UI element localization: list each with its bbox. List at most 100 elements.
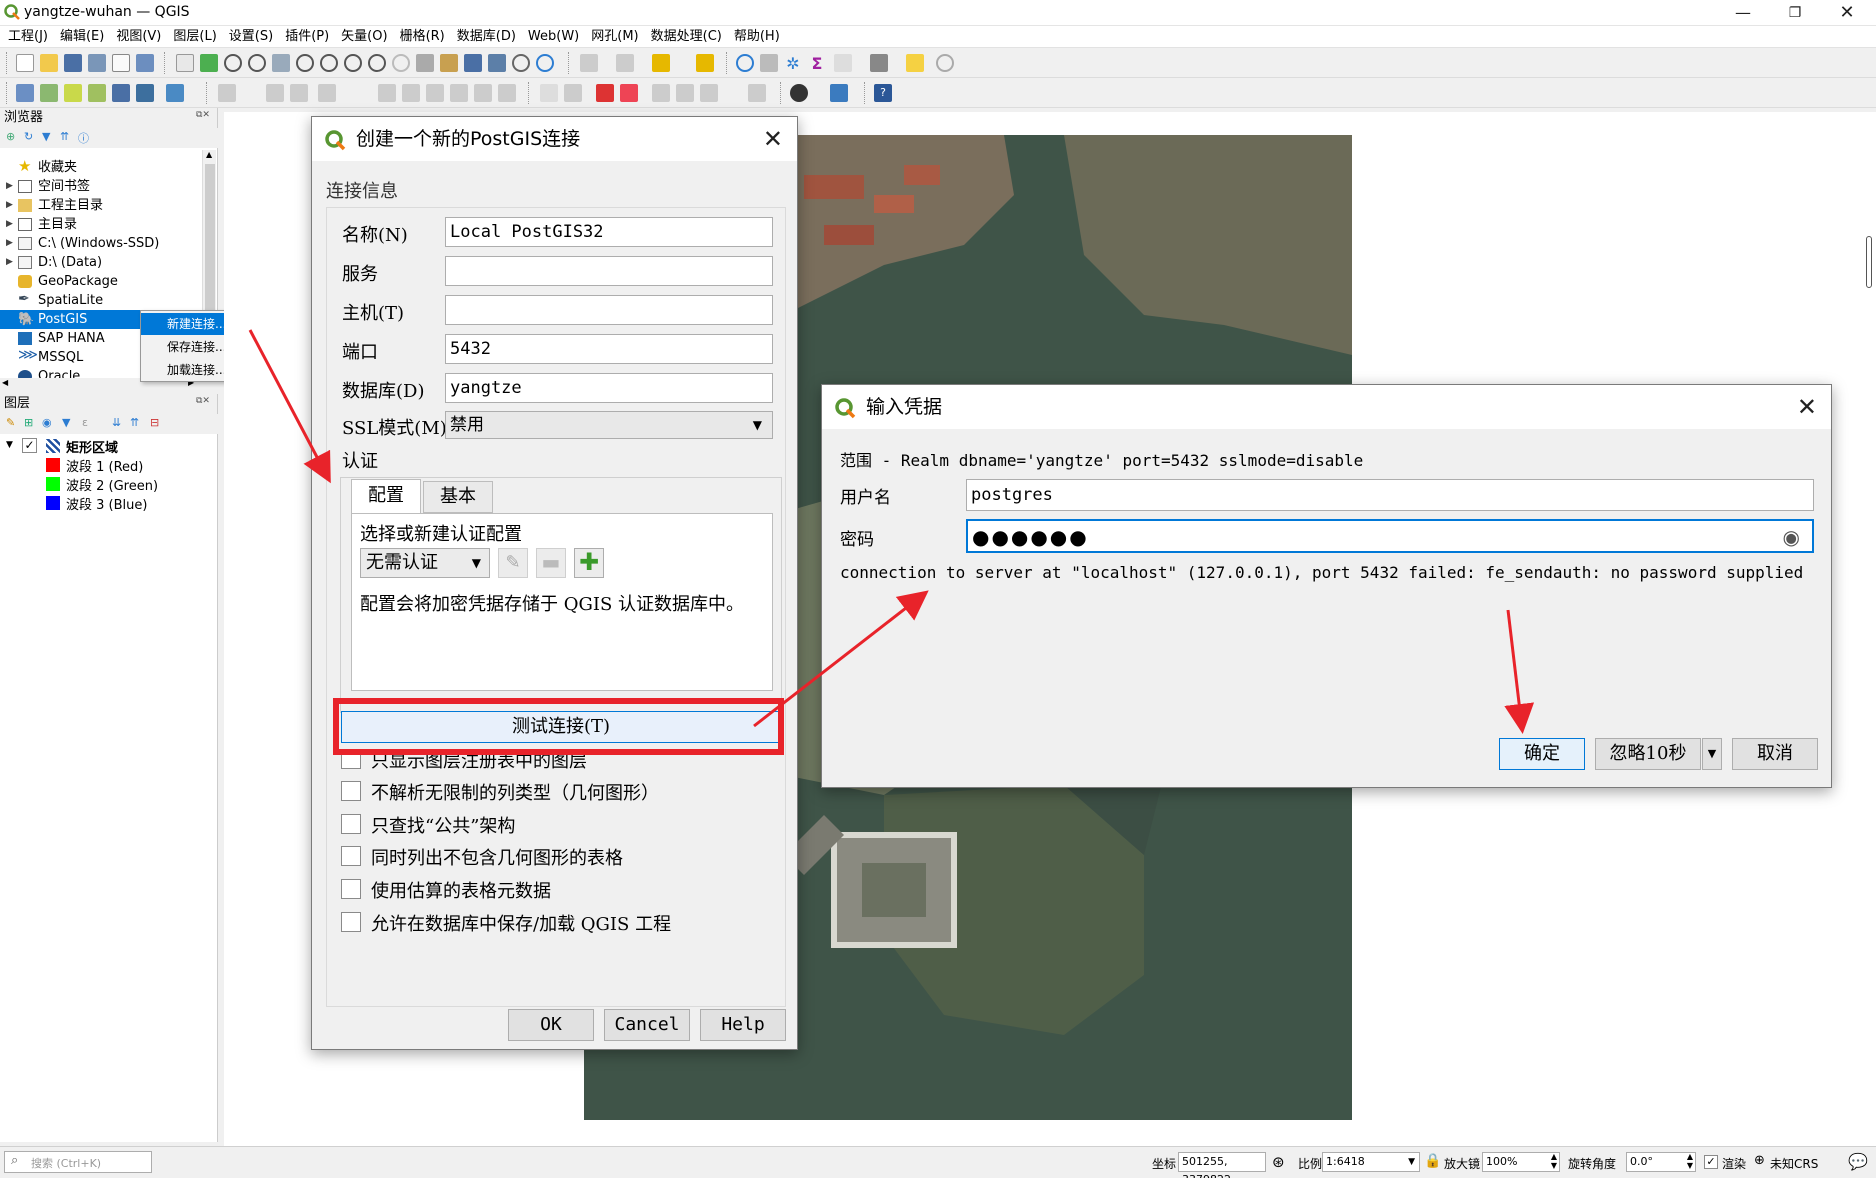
panel-float-close-icon[interactable]: ⧉✕ [196, 396, 210, 406]
menu-view[interactable]: 视图(V) [110, 26, 167, 48]
zoom-next-icon[interactable] [392, 54, 410, 72]
identify-icon[interactable] [736, 54, 754, 72]
statistics-sigma-icon[interactable]: Σ [808, 54, 826, 73]
close-icon[interactable]: ✕ [763, 117, 783, 161]
add-selected-icon[interactable]: ⊕ [6, 130, 15, 143]
add-auth-icon[interactable]: ✚ [574, 548, 604, 578]
new-geopackage-icon[interactable] [40, 84, 58, 102]
deselect-icon[interactable] [696, 54, 714, 72]
panel-float-close-icon[interactable]: ⧉✕ [196, 110, 210, 120]
render-checkbox[interactable]: ✓ [1704, 1155, 1718, 1169]
pan-icon[interactable] [176, 54, 194, 72]
open-project-icon[interactable] [40, 54, 58, 72]
tab-basic[interactable]: 基本 [423, 481, 493, 513]
pin-labels-icon[interactable] [564, 84, 582, 102]
edit-auth-icon[interactable]: ✎ [498, 548, 528, 578]
coord-field[interactable]: 501255, 3379822 [1178, 1152, 1266, 1178]
undo-icon[interactable] [474, 84, 492, 102]
style-manager-icon[interactable] [136, 54, 154, 72]
restore-icon[interactable]: ❐ [1772, 0, 1818, 26]
tree-item-drive-d[interactable]: ▶ D:\ (Data) [0, 253, 200, 272]
data-source-manager-icon[interactable] [16, 84, 34, 102]
password-field[interactable]: ●●●●●● ◉ [966, 519, 1814, 553]
help-button[interactable]: Help [700, 1009, 786, 1041]
host-field[interactable] [445, 295, 773, 325]
confirm-button[interactable]: 确定 [1499, 738, 1585, 770]
map-scroll-indicator[interactable] [1866, 236, 1872, 288]
checkbox-store-projects[interactable] [341, 912, 361, 932]
tree-item-bookmarks[interactable]: ▶ 空间书签 [0, 177, 200, 196]
zoom-layer-icon[interactable] [320, 54, 338, 72]
save-edits-icon[interactable] [266, 84, 284, 102]
expand-all-icon[interactable]: ⇊ [112, 416, 121, 429]
service-field[interactable] [445, 256, 773, 286]
menu-help[interactable]: 帮助(H) [728, 26, 786, 48]
map-tips-icon[interactable] [906, 54, 924, 72]
menu-mesh[interactable]: 网孔(M) [585, 26, 644, 48]
locator-search[interactable]: ⌕ 搜索 (Ctrl+K) [4, 1151, 152, 1173]
menu-raster[interactable]: 栅格(R) [394, 26, 451, 48]
new-temp-layer-icon[interactable] [112, 84, 130, 102]
tree-item-home[interactable]: ▶ 主目录 [0, 215, 200, 234]
menu-vector[interactable]: 矢量(O) [335, 26, 393, 48]
filter-expression-icon[interactable]: ε [82, 416, 88, 429]
collapse-all-icon[interactable]: ⇈ [130, 416, 139, 429]
toggle-extents-icon[interactable]: ⊛ [1272, 1153, 1285, 1171]
zoom-out-icon[interactable] [248, 54, 266, 72]
diagram-tool-icon[interactable] [676, 84, 694, 102]
bookmark-icon[interactable] [440, 54, 458, 72]
scroll-up-icon[interactable]: ▲ [206, 150, 212, 159]
remove-layer-icon[interactable]: ⊟ [150, 416, 159, 429]
delete-selected-icon[interactable] [378, 84, 396, 102]
checkbox-public-schema[interactable] [341, 814, 361, 834]
layer-style-icon[interactable]: ✎ [6, 416, 15, 429]
checkbox-no-geometry-tables[interactable] [341, 846, 361, 866]
crs-label[interactable]: 未知CRS [1770, 1155, 1818, 1172]
select-value-icon[interactable] [652, 54, 670, 72]
tree-item-spatialite[interactable]: ✒ SpatiaLite [0, 291, 200, 310]
ignore-button[interactable]: 忽略10秒 [1595, 738, 1701, 770]
vertex-tool-icon[interactable] [318, 84, 336, 102]
toolbar-grip[interactable] [6, 82, 10, 104]
layer-name[interactable]: 矩形区域 [66, 437, 118, 456]
virtual-field-icon[interactable] [166, 84, 184, 102]
menu-edit[interactable]: 编辑(E) [54, 26, 110, 48]
expand-arrow-icon[interactable]: ▶ [6, 196, 13, 215]
refresh-icon[interactable]: ↻ [24, 130, 33, 143]
checkbox-estimated-metadata[interactable] [341, 879, 361, 899]
add-feature-icon[interactable] [290, 84, 308, 102]
clock-icon[interactable] [512, 54, 530, 72]
expand-arrow-icon[interactable]: ▶ [6, 253, 13, 272]
spin-arrows-icon[interactable]: ▲ ▼ [1551, 1152, 1557, 1170]
scroll-left-icon[interactable]: ◀ [2, 378, 8, 387]
ssl-mode-select[interactable]: 禁用 ▼ [445, 411, 773, 439]
toolbar-grip[interactable] [528, 82, 532, 104]
select-features-icon[interactable] [616, 54, 634, 72]
expand-arrow-icon[interactable]: ▶ [6, 215, 13, 234]
python-console-icon[interactable] [830, 84, 848, 102]
close-icon[interactable]: ✕ [1824, 0, 1870, 26]
label-tool-icon[interactable] [540, 84, 558, 102]
toolbar-grip[interactable] [864, 82, 868, 104]
menu-project[interactable]: 工程(J) [0, 26, 54, 48]
ok-button[interactable]: OK [508, 1009, 594, 1041]
username-field[interactable]: postgres [966, 479, 1814, 511]
identify-select-icon[interactable] [580, 54, 598, 72]
menu-web[interactable]: Web(W) [522, 26, 585, 48]
save-project-icon[interactable] [64, 54, 82, 72]
tree-item-project-home[interactable]: ▶ 工程主目录 [0, 196, 200, 215]
highlight-labels-icon[interactable] [596, 84, 614, 102]
show-bookmarks-icon[interactable] [464, 54, 482, 72]
rotate-label-icon[interactable] [620, 84, 638, 102]
database-field[interactable]: yangtze [445, 373, 773, 403]
magnifier-spinbox[interactable]: 100% ▲ ▼ [1482, 1152, 1560, 1172]
tree-item-drive-c[interactable]: ▶ C:\ (Windows-SSD) [0, 234, 200, 253]
checkbox-dont-resolve-types[interactable] [341, 781, 361, 801]
toggle-edit-icon[interactable] [218, 84, 236, 102]
toolbar-grip[interactable] [164, 52, 168, 74]
plugin-globe-icon[interactable] [790, 84, 808, 102]
toolbar-grip[interactable] [568, 52, 572, 74]
redo-icon[interactable] [498, 84, 516, 102]
help-icon[interactable]: ? [874, 84, 892, 102]
copy-icon[interactable] [426, 84, 444, 102]
